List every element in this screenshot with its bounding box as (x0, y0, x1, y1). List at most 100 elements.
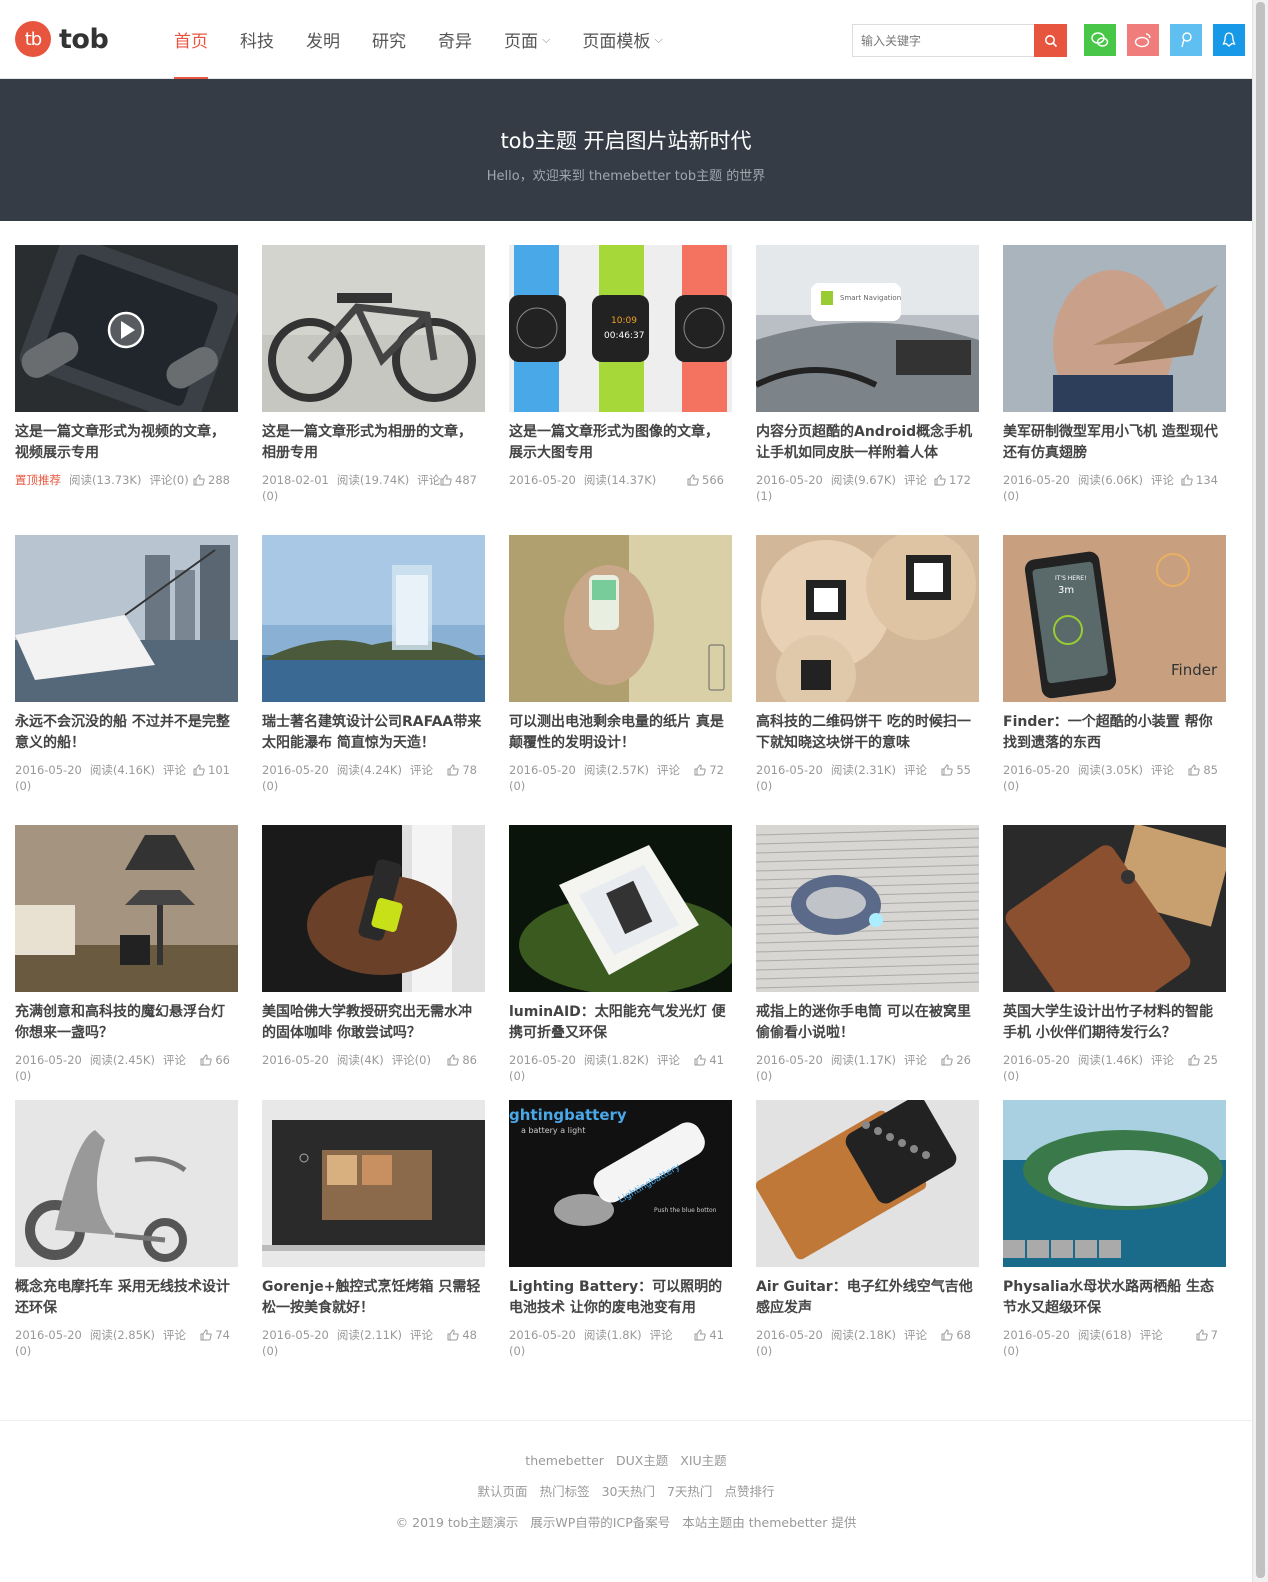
like-button[interactable]: 288 (193, 472, 238, 488)
post-thumbnail[interactable] (15, 535, 238, 702)
nav-item-label: 研究 (372, 32, 406, 52)
post-thumbnail[interactable]: IT'S HERE! 3m Finder (1003, 535, 1226, 702)
nav-item-5[interactable]: 页面 ⌵ (493, 0, 561, 79)
footer-page-link[interactable]: 点赞排行 (724, 1484, 774, 1499)
nav-item-4[interactable]: 奇异 (427, 0, 483, 79)
footer-link[interactable]: themebetter (525, 1453, 604, 1468)
post-thumbnail[interactable] (756, 535, 979, 702)
post-thumbnail[interactable] (262, 1100, 485, 1267)
scrollbar-thumb[interactable] (1256, 2, 1265, 1578)
thumbs-up-icon (694, 1329, 707, 1341)
post-card: 英国大学生设计出竹子材料的智能手机 小伙伴们期待发行么？ 2016-05-20 阅读… (1003, 825, 1226, 1084)
post-comments[interactable]: 评论(0) (392, 1053, 431, 1067)
post-title[interactable]: Lighting Battery：可以照明的电池技术 让你的废电池变有用 (509, 1277, 732, 1319)
post-title[interactable]: 概念充电摩托车 采用无线技术设计还环保 (15, 1277, 238, 1319)
footer-page-link[interactable]: 默认页面 (478, 1484, 528, 1499)
like-button[interactable]: 55 (941, 762, 979, 778)
like-button[interactable]: 172 (934, 472, 979, 488)
post-thumbnail[interactable] (509, 535, 732, 702)
post-title[interactable]: 这是一篇文章形式为图像的文章，展示大图专用 (509, 422, 732, 464)
like-button[interactable]: 68 (941, 1327, 979, 1343)
post-thumbnail[interactable]: Smart Navigation (756, 245, 979, 412)
like-button[interactable]: 66 (200, 1052, 238, 1068)
tencent-weibo-button[interactable] (1170, 24, 1202, 56)
like-button[interactable]: 74 (200, 1327, 238, 1343)
post-meta: 2016-05-20 阅读(2.45K) 评论(0) 66 (15, 1052, 238, 1084)
post-thumbnail[interactable] (262, 245, 485, 412)
search-button[interactable] (1034, 24, 1067, 57)
post-title[interactable]: 永远不会沉没的船 不过并不是完整意义的船！ (15, 712, 238, 754)
post-thumbnail[interactable]: 10:09 00:46:37 (509, 245, 732, 412)
post-title[interactable]: Gorenje+触控式烹饪烤箱 只需轻松一按美食就好！ (262, 1277, 485, 1319)
footer-page-link[interactable]: 热门标签 (540, 1484, 590, 1499)
footer-text[interactable]: 本站主题由 themebetter 提供 (682, 1515, 856, 1530)
svg-text:Smart Navigation: Smart Navigation (840, 294, 901, 302)
post-thumbnail[interactable] (756, 825, 979, 992)
nav-item-2[interactable]: 发明 (295, 0, 351, 79)
like-button[interactable]: 134 (1181, 472, 1226, 488)
nav-item-3[interactable]: 研究 (361, 0, 417, 79)
like-button[interactable]: 101 (193, 762, 238, 778)
post-thumbnail[interactable] (756, 1100, 979, 1267)
post-thumbnail[interactable] (262, 535, 485, 702)
nav-item-6[interactable]: 页面模板 ⌵ (571, 0, 673, 79)
like-button[interactable]: 86 (447, 1052, 485, 1068)
post-title[interactable]: 内容分页超酷的Android概念手机 让手机如同皮肤一样附着人体 (756, 422, 979, 464)
like-button[interactable]: 566 (687, 472, 732, 488)
post-title[interactable]: 这是一篇文章形式为视频的文章，视频展示专用 (15, 422, 238, 464)
like-button[interactable]: 487 (440, 472, 485, 488)
post-title[interactable]: Physalia水母状水路两栖船 生态节水又超级环保 (1003, 1277, 1226, 1319)
site-header: tb tob 首页 科技 发明 研究 奇异 页面 ⌵ 页面模板 ⌵ (0, 0, 1252, 79)
like-button[interactable]: 78 (447, 762, 485, 778)
post-thumbnail[interactable] (509, 825, 732, 992)
post-thumbnail[interactable] (15, 245, 238, 412)
post-date: 2016-05-20 (15, 1328, 82, 1342)
post-thumbnail[interactable] (1003, 825, 1226, 992)
post-thumbnail[interactable] (1003, 1100, 1226, 1267)
footer-text[interactable]: 展示WP自带的ICP备案号 (530, 1515, 670, 1530)
svg-text:Push the blue botton: Push the blue botton (654, 1207, 717, 1214)
footer-page-link[interactable]: 7天热门 (667, 1484, 712, 1499)
like-button[interactable]: 26 (941, 1052, 979, 1068)
post-thumbnail[interactable] (1003, 245, 1226, 412)
footer-link[interactable]: DUX主题 (616, 1453, 668, 1468)
site-logo[interactable]: tb tob (15, 21, 109, 57)
like-button[interactable]: 41 (694, 1327, 732, 1343)
post-title[interactable]: 这是一篇文章形式为相册的文章，相册专用 (262, 422, 485, 464)
sticky-badge[interactable]: 置顶推荐 (15, 473, 61, 487)
tencent-weibo-icon (1179, 31, 1193, 49)
post-title[interactable]: 美军研制微型军用小飞机 造型现代还有仿真翅膀 (1003, 422, 1226, 464)
post-title[interactable]: luminAID：太阳能充气发光灯 便携可折叠又环保 (509, 1002, 732, 1044)
search-input[interactable] (852, 24, 1034, 57)
like-button[interactable]: 41 (694, 1052, 732, 1068)
post-title[interactable]: 戒指上的迷你手电筒 可以在被窝里偷偷看小说啦！ (756, 1002, 979, 1044)
like-button[interactable]: 85 (1188, 762, 1226, 778)
post-comments[interactable]: 评论(0) (149, 473, 188, 487)
like-button[interactable]: 48 (447, 1327, 485, 1343)
post-thumbnail[interactable] (15, 1100, 238, 1267)
page-scrollbar[interactable] (1252, 0, 1268, 1582)
post-title[interactable]: 英国大学生设计出竹子材料的智能手机 小伙伴们期待发行么？ (1003, 1002, 1226, 1044)
nav-item-1[interactable]: 科技 (229, 0, 285, 79)
like-button[interactable]: 7 (1196, 1327, 1226, 1343)
footer-link[interactable]: XIU主题 (680, 1453, 726, 1468)
qq-button[interactable] (1213, 24, 1245, 56)
post-thumbnail[interactable]: ghtingbatterya battery a lightLightingba… (509, 1100, 732, 1267)
post-title[interactable]: 可以测出电池剩余电量的纸片 真是颠覆性的发明设计！ (509, 712, 732, 754)
nav-item-0[interactable]: 首页 (163, 0, 219, 79)
post-title[interactable]: Air Guitar：电子红外线空气吉他感应发声 (756, 1277, 979, 1319)
post-thumbnail[interactable] (262, 825, 485, 992)
post-title[interactable]: Finder：一个超酷的小装置 帮你找到遗落的东西 (1003, 712, 1226, 754)
wechat-button[interactable] (1084, 24, 1116, 56)
post-thumbnail[interactable] (15, 825, 238, 992)
post-title[interactable]: 充满创意和高科技的魔幻悬浮台灯 你想来一盏吗？ (15, 1002, 238, 1044)
weibo-button[interactable] (1127, 24, 1159, 56)
post-title[interactable]: 美国哈佛大学教授研究出无需水冲的固体咖啡 你敢尝试吗？ (262, 1002, 485, 1044)
post-title[interactable]: 高科技的二维码饼干 吃的时候扫一下就知晓这块饼干的意味 (756, 712, 979, 754)
post-card: 美国哈佛大学教授研究出无需水冲的固体咖啡 你敢尝试吗？ 2016-05-20 阅读(… (262, 825, 485, 1068)
like-button[interactable]: 25 (1188, 1052, 1226, 1068)
post-title[interactable]: 瑞士著名建筑设计公司RAFAA带来太阳能瀑布 简直惊为天造！ (262, 712, 485, 754)
footer-page-link[interactable]: 30天热门 (602, 1484, 655, 1499)
post-date: 2016-05-20 (262, 1328, 329, 1342)
like-button[interactable]: 72 (694, 762, 732, 778)
